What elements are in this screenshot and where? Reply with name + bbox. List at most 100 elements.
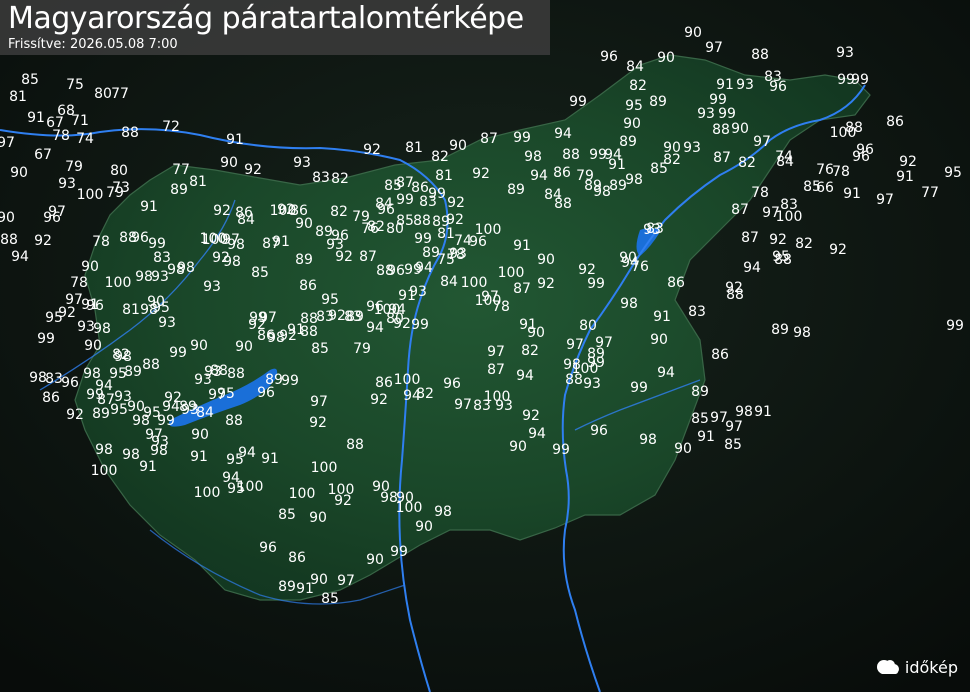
humidity-value: 96 (43, 210, 61, 226)
humidity-value: 93 (583, 376, 601, 392)
humidity-value: 78 (92, 234, 110, 250)
humidity-value: 92 (447, 195, 465, 211)
humidity-value: 99 (281, 373, 299, 389)
humidity-value: 98 (524, 149, 542, 165)
humidity-value: 92 (472, 166, 490, 182)
brand-logo[interactable]: időkép (875, 656, 958, 678)
humidity-value: 98 (434, 504, 452, 520)
humidity-value: 100 (289, 486, 316, 502)
humidity-value: 98 (83, 366, 101, 382)
humidity-value: 87 (359, 249, 377, 265)
humidity-value: 92 (522, 408, 540, 424)
humidity-value: 92 (66, 407, 84, 423)
humidity-value: 100 (105, 275, 132, 291)
humidity-value: 90 (449, 138, 467, 154)
humidity-value: 88 (142, 357, 160, 373)
humidity-value: 90 (0, 210, 15, 226)
humidity-value: 93 (736, 77, 754, 93)
humidity-value: 90 (295, 216, 313, 232)
brand-name: időkép (904, 657, 958, 677)
humidity-value: 76 (631, 259, 649, 275)
humidity-value: 89 (92, 406, 110, 422)
humidity-value: 90 (657, 50, 675, 66)
humidity-value: 86 (553, 165, 571, 181)
humidity-value: 98 (620, 296, 638, 312)
humidity-value: 97 (753, 134, 771, 150)
humidity-value: 84 (626, 59, 644, 75)
humidity-value: 91 (513, 238, 531, 254)
humidity-value: 92 (277, 202, 295, 218)
humidity-value: 99 (718, 106, 736, 122)
humidity-value: 100 (475, 222, 502, 238)
humidity-value: 93 (181, 402, 199, 418)
humidity-value: 78 (492, 299, 510, 315)
humidity-value: 95 (110, 402, 128, 418)
humidity-value: 90 (84, 338, 102, 354)
humidity-value: 79 (353, 341, 371, 357)
humidity-value: 90 (537, 252, 555, 268)
humidity-value: 96 (366, 299, 384, 315)
humidity-value: 94 (11, 249, 29, 265)
humidity-value: 85 (803, 179, 821, 195)
humidity-value: 97 (310, 394, 328, 410)
humidity-value: 92 (769, 232, 787, 248)
humidity-value: 90 (509, 439, 527, 455)
humidity-value: 82 (795, 236, 813, 252)
humidity-value: 92 (279, 328, 297, 344)
humidity-value: 88 (413, 213, 431, 229)
humidity-value: 100 (311, 460, 338, 476)
humidity-value: 85 (311, 341, 329, 357)
humidity-value: 90 (220, 155, 238, 171)
humidity-value: 88 (712, 122, 730, 138)
humidity-value: 90 (674, 441, 692, 457)
humidity-value: 95 (772, 249, 790, 265)
humidity-value: 92 (164, 390, 182, 406)
humidity-value: 90 (623, 116, 641, 132)
humidity-value: 99 (169, 345, 187, 361)
humidity-value: 85 (724, 437, 742, 453)
humidity-value: 78 (751, 185, 769, 201)
humidity-value: 97 (337, 573, 355, 589)
humidity-value: 93 (683, 140, 701, 156)
humidity-value: 94 (530, 168, 548, 184)
humidity-value: 85 (321, 591, 339, 607)
humidity-value: 90 (309, 510, 327, 526)
humidity-value: 90 (415, 519, 433, 535)
humidity-value: 80 (94, 86, 112, 102)
humidity-value: 88 (845, 120, 863, 136)
humidity-value: 88 (751, 47, 769, 63)
humidity-value: 82 (331, 171, 349, 187)
humidity-value: 94 (657, 365, 675, 381)
humidity-value: 87 (741, 230, 759, 246)
humidity-value: 90 (310, 572, 328, 588)
humidity-value: 88 (121, 125, 139, 141)
humidity-value: 88 (562, 147, 580, 163)
humidity-value: 90 (191, 427, 209, 443)
humidity-value: 89 (649, 94, 667, 110)
humidity-value: 100 (200, 231, 227, 247)
humidity-value: 91 (754, 404, 772, 420)
humidity-value: 86 (42, 390, 60, 406)
humidity-value: 96 (443, 376, 461, 392)
humidity-value: 89 (278, 579, 296, 595)
humidity-value: 90 (650, 332, 668, 348)
title-panel: Magyarország páratartalomtérképe Frissít… (0, 0, 550, 55)
humidity-value: 93 (495, 398, 513, 414)
humidity-value: 89 (771, 322, 789, 338)
humidity-value: 79 (65, 159, 83, 175)
humidity-value: 93 (293, 155, 311, 171)
humidity-value: 89 (507, 182, 525, 198)
humidity-value: 99 (390, 544, 408, 560)
humidity-value: 87 (487, 362, 505, 378)
humidity-value: 78 (447, 247, 465, 263)
humidity-value: 98 (793, 325, 811, 341)
humidity-value: 89 (587, 346, 605, 362)
humidity-value: 99 (587, 276, 605, 292)
humidity-value: 88 (346, 437, 364, 453)
humidity-value: 77 (111, 86, 129, 102)
humidity-value: 82 (738, 155, 756, 171)
humidity-value: 99 (552, 442, 570, 458)
humidity-value: 78 (52, 128, 70, 144)
humidity-value: 89 (691, 384, 709, 400)
humidity-value: 91 (697, 429, 715, 445)
